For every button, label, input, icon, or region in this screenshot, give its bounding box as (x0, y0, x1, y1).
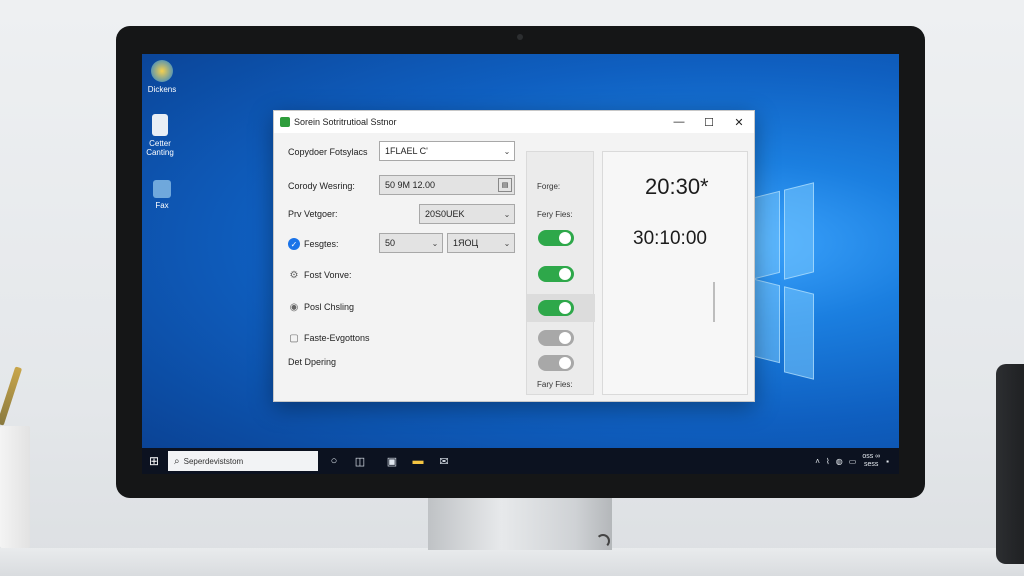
row-label: Fesgtes: (304, 239, 339, 249)
chevron-down-icon: ⌄ (503, 146, 511, 156)
dialog-titlebar: Sorein Sotritrutioal Sstnor — ☐ ✕ (274, 111, 754, 133)
taskbar-search[interactable]: ⌕ Seperdeviststom (168, 451, 318, 471)
windows-start-icon[interactable]: ⊞ (142, 448, 166, 474)
task-view-icon[interactable]: ○ (324, 448, 344, 474)
settings-icon: ⚙ (289, 269, 299, 281)
dropdown-field[interactable]: 1ЯOЦ ⌄ (447, 233, 515, 253)
time-input-value: 50 9M 12.00 (385, 180, 436, 190)
dialog-title: Sorein Sotritrutioal Sstnor (294, 117, 397, 127)
store-icon[interactable]: ▣ (382, 448, 402, 474)
toggle-knob (559, 302, 571, 314)
desktop-screen: Dickens Cetter Canting Fax Sorein Sotrit… (142, 54, 899, 474)
chevron-down-icon: ⌄ (431, 238, 439, 248)
row-label: Posl Chsling (304, 302, 355, 312)
clipboard-icon: ▢ (289, 332, 299, 344)
toggle-column: Forge: Fery Fies: Fary Fies: (526, 151, 595, 395)
calendar-icon[interactable]: ▤ (498, 178, 512, 192)
network-icon[interactable]: ⌇ (826, 457, 830, 466)
column-label: Fery Fies: (537, 210, 573, 219)
printer-icon (153, 180, 171, 198)
apple-logo-icon (512, 472, 528, 488)
row-posl-chsling: ◉ Posl Chsling (288, 301, 354, 313)
desktop-icon-fax[interactable]: Fax (142, 180, 182, 210)
scrollbar[interactable] (713, 282, 715, 322)
toggle-knob (559, 357, 571, 369)
dropdown-value: 1FLAEL C' (385, 146, 428, 156)
taskbar-clock[interactable]: oss ∞ sess (862, 453, 880, 469)
toggle-knob (559, 268, 571, 280)
system-tray: ˄ ⌇ ◍ ▭ oss ∞ sess ▪ (815, 453, 899, 469)
monitor: Dickens Cetter Canting Fax Sorein Sotrit… (116, 26, 925, 498)
search-icon: ⌕ (174, 455, 180, 467)
row-label: Prv Vetgoer: (288, 209, 338, 219)
volume-icon[interactable]: ◍ (836, 457, 843, 466)
pencil-cup (0, 426, 30, 548)
speaker (996, 364, 1024, 564)
desktop-icon-dickens[interactable]: Dickens (142, 60, 182, 94)
search-placeholder: Seperdeviststom (183, 456, 244, 466)
desktop-icon-label: Fax (155, 201, 169, 210)
settings-dialog: Sorein Sotritrutioal Sstnor — ☐ ✕ Copydo… (273, 110, 755, 402)
clock-line: sess (864, 461, 879, 468)
row-label: Det Dpering (288, 357, 337, 367)
chevron-down-icon: ⌄ (503, 238, 511, 248)
dropdown-value: 50 (385, 238, 396, 248)
row-fesgtes: ✓ Fesgtes: (288, 238, 339, 250)
file-icon (152, 114, 168, 136)
checkmark-icon[interactable]: ✓ (288, 238, 300, 250)
maximize-button[interactable]: ☐ (694, 111, 724, 133)
file-explorer-icon[interactable]: ▬ (408, 448, 428, 474)
battery-icon[interactable]: ▭ (849, 457, 857, 466)
camera-dot (517, 34, 523, 40)
toggle-knob (559, 332, 571, 344)
dropdown-value: 1ЯOЦ (453, 238, 479, 248)
row-label: Corody Wesring: (288, 181, 355, 191)
time-display: 20:30* (645, 174, 709, 199)
row-faste-evgottons: ▢ Faste-Evgottons (288, 332, 370, 344)
toggle-switch[interactable] (538, 355, 574, 371)
time-input[interactable]: 50 9M 12.00 ▤ (379, 175, 515, 195)
desktop-icon-cetter[interactable]: Cetter Canting (142, 114, 180, 157)
widgets-icon[interactable]: ◫ (350, 448, 370, 474)
app-icon (151, 60, 173, 82)
row-label: Fost Vonve: (304, 270, 352, 280)
toggle-switch[interactable] (538, 230, 574, 246)
minimize-button[interactable]: — (664, 111, 694, 133)
pencil (0, 366, 23, 426)
mail-icon[interactable]: ✉ (434, 448, 454, 474)
toggle-switch[interactable] (538, 300, 574, 316)
toggle-knob (559, 232, 571, 244)
row-fost-vonve: ⚙ Fost Vonve: (288, 269, 352, 281)
column-label: Forge: (537, 182, 561, 191)
desktop-icon-label: Dickens (147, 85, 177, 94)
windows-logo-wallpaper (754, 182, 814, 380)
radio-icon[interactable]: ◉ (288, 301, 300, 313)
duration-display: 30:10:00 (633, 228, 707, 249)
monitor-stand (428, 498, 612, 550)
dropdown-value: 20S0UEK (425, 209, 465, 219)
toggle-switch[interactable] (538, 266, 574, 282)
dropdown-field[interactable]: 1FLAEL C' ⌄ (379, 141, 515, 161)
chevron-up-icon[interactable]: ˄ (815, 457, 820, 466)
notification-icon[interactable]: ▪ (886, 457, 889, 466)
dropdown-field[interactable]: 20S0UEK ⌄ (419, 204, 515, 224)
close-button[interactable]: ✕ (724, 111, 754, 133)
column-label: Fary Fies: (537, 380, 573, 389)
toggle-switch[interactable] (538, 330, 574, 346)
row-label: Faste-Evgottons (304, 333, 370, 343)
cable (596, 534, 610, 548)
row-label: Copydoer Fotsylacs (288, 147, 368, 157)
clock-line: oss ∞ (862, 453, 881, 460)
desktop-icon-label: Cetter Canting (146, 139, 174, 157)
chevron-down-icon: ⌄ (503, 209, 511, 219)
app-icon (280, 117, 290, 127)
taskbar: ⊞ ⌕ Seperdeviststom ○ ◫ ▣ ▬ ✉ ˄ ⌇ ◍ ▭ os… (142, 448, 899, 474)
clock-panel: 20:30* 30:10:00 (602, 151, 748, 395)
dropdown-field[interactable]: 50 ⌄ (379, 233, 443, 253)
desk-surface (0, 548, 1024, 576)
